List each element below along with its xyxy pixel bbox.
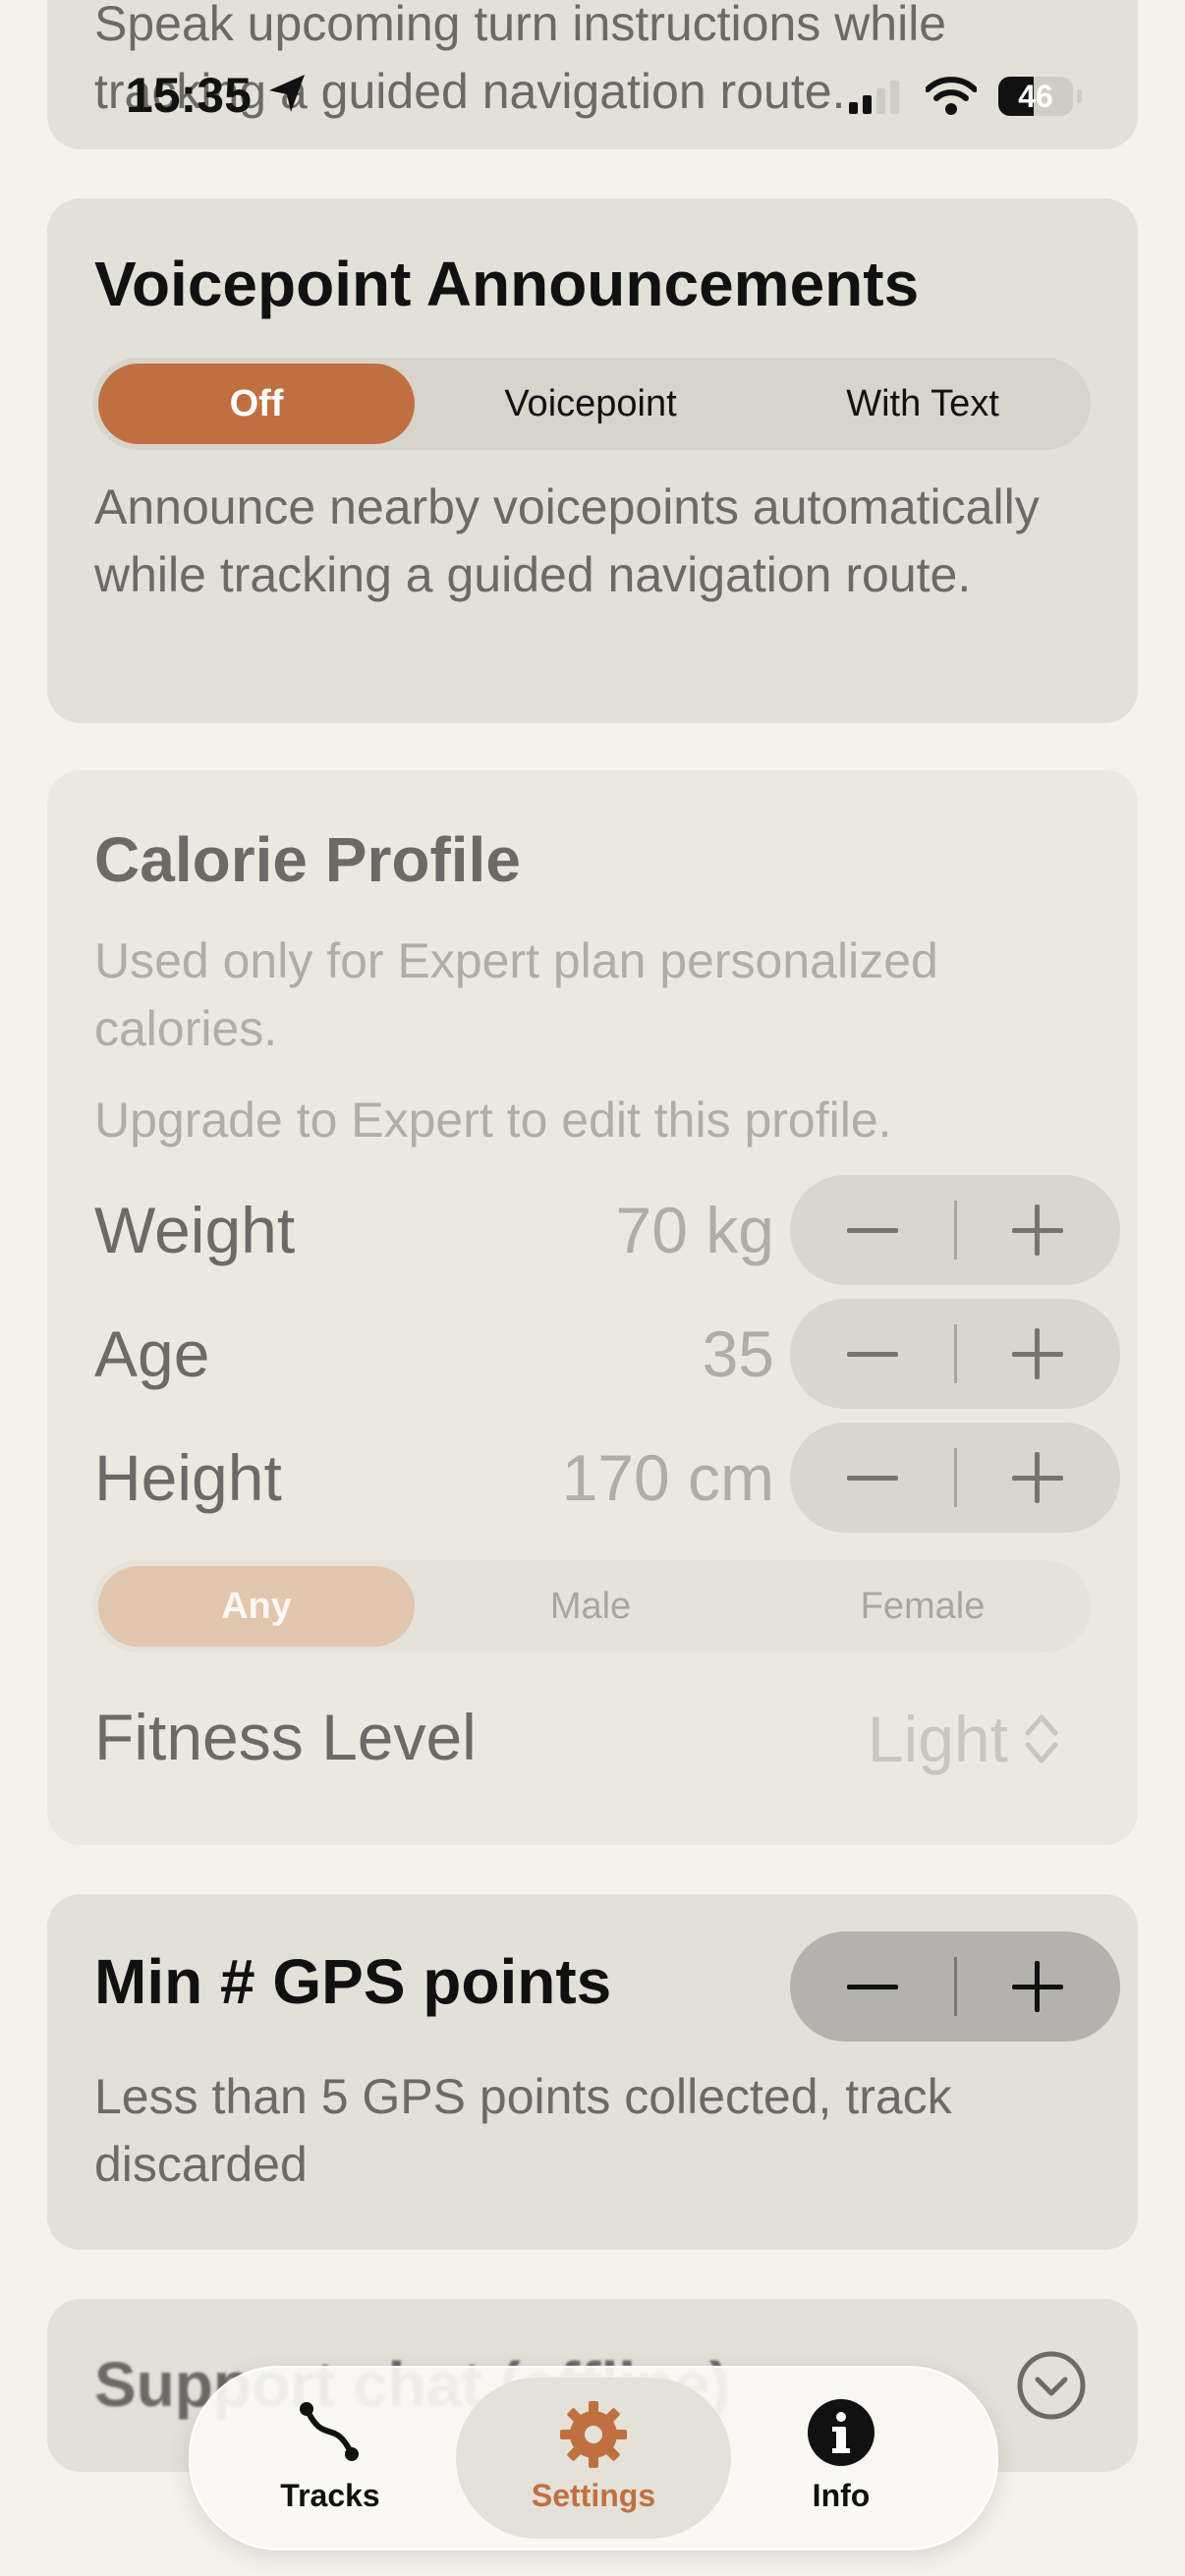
weight-label: Weight (94, 1194, 296, 1266)
route-icon (300, 2402, 359, 2461)
voicepoint-option-with-text[interactable]: With Text (757, 358, 1089, 450)
fitness-level-value: Light (867, 1703, 1008, 1775)
chevron-down-circle-icon[interactable] (1016, 2350, 1087, 2421)
calorie-profile-subtitle: Used only for Expert plan personalized c… (94, 933, 938, 1056)
tab-tracks-label: Tracks (280, 2478, 380, 2513)
voicepoint-card: Voicepoint Announcements Off Voicepoint … (47, 198, 1138, 723)
height-decrease-button[interactable] (790, 1423, 955, 1533)
signal-icon (849, 81, 899, 114)
gear-icon (560, 2401, 627, 2468)
gps-points-stepper (790, 1932, 1120, 2042)
minus-icon (847, 1476, 898, 1481)
height-label: Height (94, 1441, 282, 1514)
height-stepper (790, 1423, 1120, 1533)
voicepoint-segmented-control: Off Voicepoint With Text (92, 358, 1091, 450)
info-icon (808, 2399, 875, 2466)
sex-option-any[interactable]: Any (98, 1566, 415, 1647)
calorie-profile-title: Calorie Profile (94, 824, 521, 895)
tab-bar: Tracks Settings Info (189, 2366, 998, 2550)
gps-decrease-button[interactable] (790, 1932, 955, 2042)
age-stepper (790, 1299, 1120, 1409)
sex-option-male[interactable]: Male (424, 1560, 757, 1652)
status-time: 15:35 (126, 68, 252, 123)
minus-icon (847, 1228, 898, 1233)
tab-settings-label: Settings (531, 2478, 656, 2513)
chevron-up-down-icon (1025, 1714, 1058, 1764)
gps-points-description: Less than 5 GPS points collected, track … (94, 2069, 952, 2192)
battery-icon: 46 (998, 77, 1082, 116)
upgrade-note: Upgrade to Expert to edit this profile. (94, 1092, 892, 1148)
minus-icon (847, 1352, 898, 1357)
weight-stepper (790, 1175, 1120, 1285)
voicepoint-title: Voicepoint Announcements (94, 249, 920, 319)
weight-value: 70 kg (615, 1194, 774, 1266)
voicepoint-description: Announce nearby voicepoints automaticall… (94, 479, 1040, 602)
tab-info[interactable]: Info (761, 2368, 922, 2548)
fitness-level-label: Fitness Level (94, 1701, 477, 1773)
tab-info-label: Info (812, 2478, 871, 2513)
location-arrow-icon (269, 75, 305, 112)
weight-decrease-button[interactable] (790, 1175, 955, 1285)
age-label: Age (94, 1317, 210, 1390)
status-bar: 15:35 46 (0, 0, 1185, 123)
gps-points-title: Min # GPS points (94, 1946, 612, 2017)
voicepoint-option-voicepoint[interactable]: Voicepoint (424, 358, 757, 450)
gps-points-card: Min # GPS points Less than 5 GPS points … (47, 1894, 1138, 2250)
wifi-icon (926, 77, 977, 115)
battery-level: 46 (1018, 79, 1053, 114)
age-decrease-button[interactable] (790, 1299, 955, 1409)
sex-option-female[interactable]: Female (757, 1560, 1089, 1652)
tab-settings[interactable]: Settings (456, 2378, 731, 2539)
tab-tracks[interactable]: Tracks (250, 2368, 411, 2548)
minus-icon (847, 1985, 898, 1989)
voicepoint-option-off[interactable]: Off (98, 364, 415, 444)
sex-segmented-control: Any Male Female (92, 1560, 1091, 1652)
calorie-profile-card: Calorie Profile Used only for Expert pla… (47, 770, 1138, 1845)
fitness-level-picker[interactable]: Light (868, 1700, 1061, 1778)
height-value: 170 cm (561, 1441, 774, 1514)
age-value: 35 (702, 1317, 774, 1390)
